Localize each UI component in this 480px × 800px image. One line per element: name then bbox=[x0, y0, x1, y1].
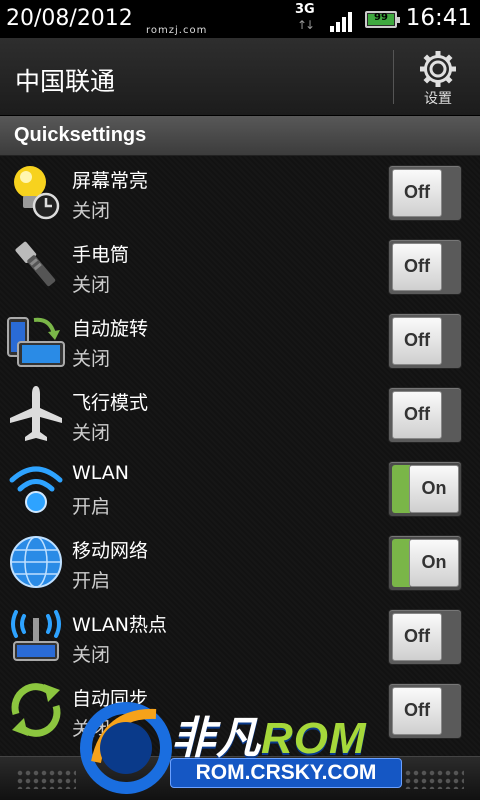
crsky-swirl-icon bbox=[80, 702, 172, 794]
airplane-mode-toggle[interactable]: Off bbox=[388, 387, 462, 443]
battery-level: 99 bbox=[374, 12, 388, 23]
list-item-auto-rotate[interactable]: 自动旋转 关闭 Off bbox=[0, 304, 480, 378]
network-type-label: 3G bbox=[295, 2, 315, 17]
screen-on-toggle[interactable]: Off bbox=[388, 165, 462, 221]
list-item-wlan-hotspot[interactable]: WLAN热点 关闭 Off bbox=[0, 600, 480, 674]
watermark-logo: 非凡ROM ROM.CRSKY.COM bbox=[76, 692, 416, 800]
section-header: Quicksettings bbox=[0, 116, 480, 156]
list-item-flashlight[interactable]: 手电筒 关闭 Off bbox=[0, 230, 480, 304]
toggle-label: Off bbox=[404, 404, 430, 424]
toggle-label: On bbox=[421, 552, 447, 572]
status-time: 16:41 bbox=[405, 5, 472, 31]
item-title: 飞行模式 bbox=[72, 392, 149, 414]
logo-brand-rom: ROM bbox=[261, 714, 367, 763]
status-bar: 20/08/2012 romzj.com 3G ↑↓ 99 16:41 bbox=[0, 0, 480, 38]
list-item-mobile-network[interactable]: 移动网络 开启 On bbox=[0, 526, 480, 600]
item-status: 关闭 bbox=[72, 200, 111, 222]
item-title: 自动旋转 bbox=[72, 318, 149, 340]
logo-brand-cn: 非凡 bbox=[171, 714, 261, 763]
logo-brand: 非凡ROM bbox=[171, 702, 367, 766]
item-status: 关闭 bbox=[72, 274, 111, 296]
item-status: 开启 bbox=[72, 570, 111, 592]
network-type-icon: 3G ↑↓ bbox=[295, 2, 315, 32]
flashlight-toggle[interactable]: Off bbox=[388, 239, 462, 295]
flashlight-icon bbox=[15, 241, 56, 287]
item-title: 屏幕常亮 bbox=[72, 170, 149, 192]
toggle-label: On bbox=[421, 478, 447, 498]
logo-site: ROM.CRSKY.COM bbox=[170, 758, 402, 788]
toggle-label: Off bbox=[404, 256, 430, 276]
battery-icon: 99 bbox=[365, 11, 400, 28]
item-status: 关闭 bbox=[72, 644, 111, 666]
header-divider bbox=[393, 50, 394, 104]
settings-label: 设置 bbox=[424, 91, 452, 107]
item-title: 移动网络 bbox=[72, 540, 149, 562]
status-date: 20/08/2012 bbox=[6, 6, 133, 31]
sync-icon bbox=[11, 683, 61, 737]
item-status: 关闭 bbox=[72, 348, 111, 370]
item-status: 关闭 bbox=[72, 422, 111, 444]
mobile-network-toggle[interactable]: On bbox=[388, 535, 462, 591]
wlan-toggle[interactable]: On bbox=[388, 461, 462, 517]
bulb-clock-icon bbox=[14, 166, 60, 220]
signal-icon bbox=[330, 10, 356, 32]
carrier-name: 中国联通 bbox=[15, 67, 116, 96]
hotspot-icon bbox=[11, 610, 61, 661]
auto-rotate-toggle[interactable]: Off bbox=[388, 313, 462, 369]
item-title: WLAN bbox=[72, 462, 130, 484]
list-item-screen-on[interactable]: 屏幕常亮 关闭 Off bbox=[0, 156, 480, 230]
app-header: 中国联通 设置 bbox=[0, 38, 480, 116]
settings-list: 屏幕常亮 关闭 Off 手电筒 关闭 Off 自动旋转 关闭 Off 飞行模式 … bbox=[0, 156, 480, 756]
status-watermark: romzj.com bbox=[146, 25, 208, 36]
settings-button[interactable]: 设置 bbox=[396, 38, 480, 116]
list-item-airplane-mode[interactable]: 飞行模式 关闭 Off bbox=[0, 378, 480, 452]
toggle-label: Off bbox=[404, 182, 430, 202]
globe-icon bbox=[10, 536, 62, 588]
wlan-hotspot-toggle[interactable]: Off bbox=[388, 609, 462, 665]
rotate-icon bbox=[7, 317, 65, 367]
grip-left-icon bbox=[16, 769, 76, 789]
airplane-icon bbox=[10, 386, 62, 441]
gear-icon bbox=[420, 51, 456, 87]
item-title: WLAN热点 bbox=[72, 614, 168, 636]
item-status: 开启 bbox=[72, 496, 111, 518]
wifi-icon bbox=[9, 466, 63, 513]
list-item-wlan[interactable]: WLAN 开启 On bbox=[0, 452, 480, 526]
section-title: Quicksettings bbox=[14, 124, 147, 146]
toggle-label: Off bbox=[404, 626, 430, 646]
item-title: 手电筒 bbox=[72, 244, 130, 266]
toggle-label: Off bbox=[404, 330, 430, 350]
